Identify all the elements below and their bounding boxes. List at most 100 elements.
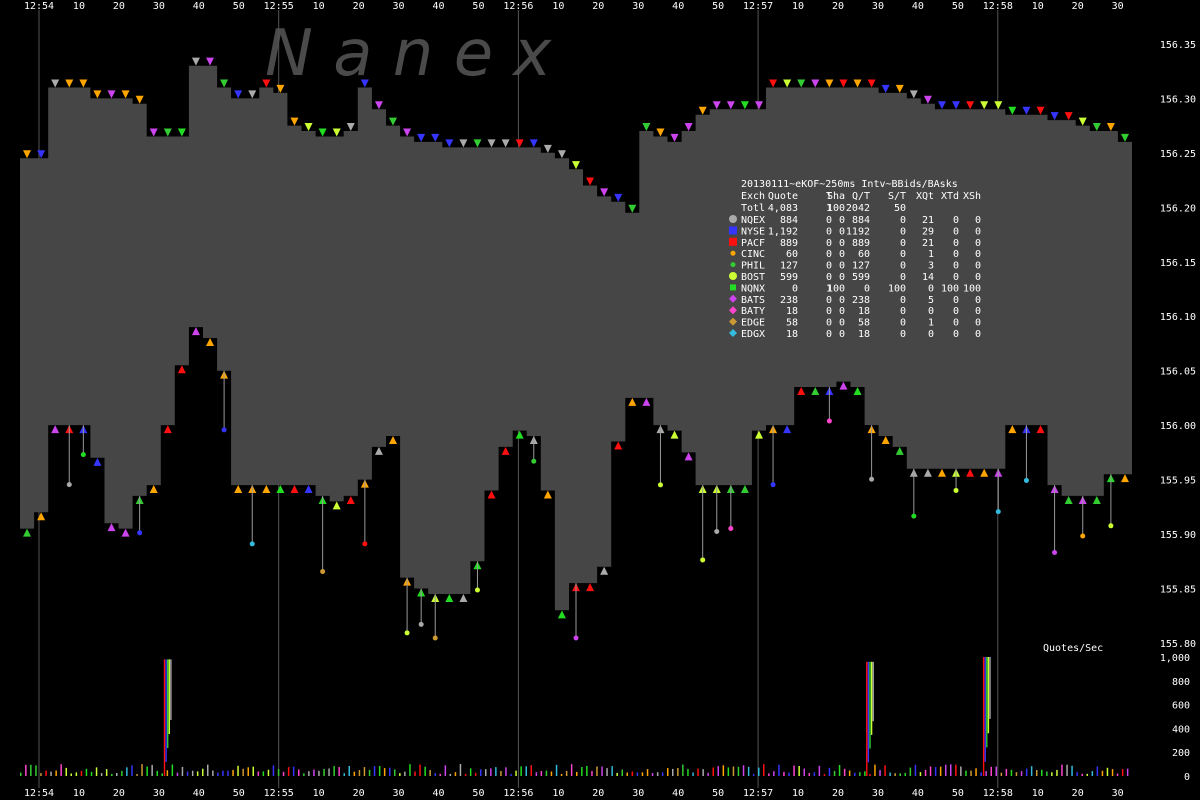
time-tick-top: 20 bbox=[353, 1, 365, 12]
quotes-bar bbox=[530, 765, 532, 776]
legend-total: Totl bbox=[741, 203, 765, 214]
time-tick-top: 20 bbox=[113, 1, 125, 12]
legend-swatch bbox=[729, 272, 737, 280]
quote-dot bbox=[1052, 549, 1058, 555]
legend-value: 18 bbox=[786, 329, 798, 340]
time-tick-top: 10 bbox=[552, 1, 564, 12]
time-tick-top: 12:54 bbox=[24, 1, 54, 12]
quotes-spike bbox=[872, 661, 874, 722]
legend-value: 0 bbox=[839, 226, 845, 237]
time-tick-bottom: 30 bbox=[393, 788, 405, 799]
quote-dot bbox=[531, 458, 537, 464]
time-tick-top: 10 bbox=[313, 1, 325, 12]
time-tick-bottom: 10 bbox=[73, 788, 85, 799]
time-tick-top: 40 bbox=[912, 1, 924, 12]
quotes-tick: 600 bbox=[1172, 701, 1190, 712]
quotes-bar bbox=[752, 773, 755, 776]
legend-value: 0 bbox=[839, 295, 845, 306]
quotes-bar bbox=[778, 764, 780, 776]
legend-swatch bbox=[729, 237, 737, 246]
quotes-bar bbox=[555, 764, 558, 776]
legend-value: 100 bbox=[963, 283, 981, 294]
quotes-spike bbox=[986, 657, 988, 748]
quotes-spike bbox=[866, 661, 868, 776]
time-tick-top: 30 bbox=[153, 1, 165, 12]
time-tick-bottom: 10 bbox=[313, 788, 325, 799]
quotes-bar bbox=[591, 771, 593, 776]
quotes-bar bbox=[737, 766, 740, 776]
quotes-bar bbox=[601, 766, 603, 776]
quotes-bar bbox=[287, 767, 290, 776]
quotes-bar bbox=[763, 764, 765, 776]
quotes-bar bbox=[343, 773, 345, 776]
time-tick-bottom: 12:58 bbox=[983, 788, 1013, 799]
legend-exchange: NQNX bbox=[741, 283, 765, 294]
quotes-bar bbox=[1106, 767, 1109, 776]
quotes-bar bbox=[793, 765, 795, 776]
quotes-bar bbox=[838, 765, 841, 776]
quotes-bar bbox=[904, 772, 906, 776]
quotes-bar bbox=[368, 769, 371, 776]
quotes-bar bbox=[626, 772, 628, 776]
legend-exchange: BATY bbox=[741, 306, 765, 317]
quotes-bar bbox=[237, 765, 239, 776]
quotes-bar bbox=[1121, 769, 1124, 776]
quotes-bar bbox=[419, 764, 421, 776]
legend-value: 18 bbox=[858, 306, 870, 317]
legend-swatch bbox=[729, 215, 737, 223]
time-tick-bottom: 10 bbox=[1032, 788, 1044, 799]
quotes-bar bbox=[308, 771, 310, 776]
legend-value: 127 bbox=[780, 261, 798, 272]
quotes-bar bbox=[929, 766, 932, 776]
time-tick-bottom: 12:57 bbox=[743, 788, 773, 799]
legend-value: 0 bbox=[928, 329, 934, 340]
quotes-bar bbox=[1015, 772, 1018, 776]
legend-value: 0 bbox=[975, 238, 981, 249]
legend-exchange: BATS bbox=[741, 295, 765, 306]
legend-value: 1,192 bbox=[768, 226, 798, 237]
legend-value: 0 bbox=[953, 226, 959, 237]
quotes-bar bbox=[985, 771, 987, 776]
quotes-bar bbox=[429, 770, 431, 776]
quotes-spike bbox=[168, 659, 170, 734]
price-tick: 156.35 bbox=[1160, 40, 1196, 51]
quotes-bar bbox=[621, 769, 623, 776]
quotes-bar bbox=[45, 770, 47, 776]
quotes-bar bbox=[667, 768, 669, 776]
quotes-bar bbox=[318, 770, 320, 776]
quotes-bar bbox=[328, 768, 330, 776]
quotes-bar bbox=[373, 766, 376, 776]
legend-value: 238 bbox=[852, 295, 870, 306]
legend-value: 238 bbox=[780, 295, 798, 306]
quotes-bar bbox=[141, 764, 143, 776]
quotes-bar bbox=[1066, 764, 1068, 776]
legend-value: 60 bbox=[858, 249, 870, 260]
legend-value: 0 bbox=[953, 295, 959, 306]
time-tick-bottom: 30 bbox=[872, 788, 884, 799]
time-tick-bottom: 50 bbox=[472, 788, 484, 799]
legend-title: 20130111~eKOF~250ms Intv~BBids/BAsks bbox=[741, 179, 958, 190]
time-tick-top: 10 bbox=[73, 1, 85, 12]
legend-exchange: NQEX bbox=[741, 215, 765, 226]
quotes-bar bbox=[1056, 769, 1058, 776]
quotes-bar bbox=[606, 768, 608, 776]
quotes-bar bbox=[105, 769, 108, 776]
quotes-bar bbox=[227, 770, 229, 776]
quotes-bar bbox=[1081, 773, 1083, 776]
quotes-bar bbox=[212, 770, 214, 776]
quotes-bar bbox=[358, 770, 361, 776]
quotes-bar bbox=[272, 765, 275, 776]
legend-value: 0 bbox=[975, 318, 981, 329]
quotes-bar bbox=[1116, 773, 1119, 776]
quotes-bar bbox=[181, 766, 184, 776]
quotes-bar bbox=[742, 765, 745, 776]
quotes-bar bbox=[454, 772, 457, 776]
legend-value: 0 bbox=[826, 226, 832, 237]
quotes-bar bbox=[424, 766, 426, 776]
quotes-bar bbox=[196, 771, 199, 776]
quotes-bar bbox=[247, 767, 249, 776]
quote-dot bbox=[80, 452, 86, 458]
legend-exchange: EDGE bbox=[741, 318, 765, 329]
quotes-bar bbox=[955, 764, 957, 776]
quotes-bar bbox=[399, 773, 401, 776]
